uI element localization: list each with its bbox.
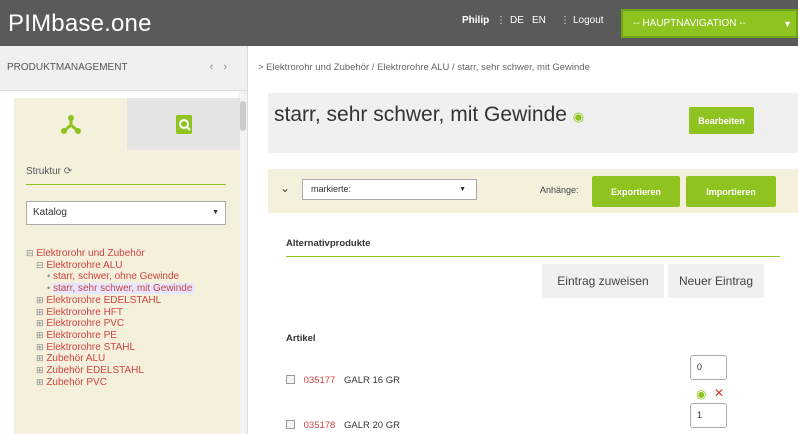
tree-toggle-icon[interactable]: ⊞	[36, 377, 44, 387]
quantity-input[interactable]: 0	[690, 355, 727, 380]
user-name[interactable]: Philip	[462, 15, 489, 26]
eye-icon[interactable]: ◉	[573, 109, 584, 124]
chevron-down-icon[interactable]: ⌄	[280, 181, 290, 195]
attachments-toolbar: ⌄ markierte: ▼ Anhänge: Exportieren Impo…	[268, 169, 798, 213]
lang-en-link[interactable]: EN	[532, 15, 546, 26]
main-content: > Elektrorohr und Zubehör / Elektrorohre…	[250, 46, 798, 434]
tree-item-label: Elektrorohre STAHL	[46, 341, 136, 353]
tree-item[interactable]: ⊞ Elektrorohre EDELSTAHL	[26, 295, 194, 307]
lang-de-link[interactable]: DE	[510, 15, 524, 26]
catalog-select[interactable]: Katalog ▼	[26, 201, 226, 225]
tree-toggle-icon: •	[47, 271, 51, 282]
tree-item-label: Elektrorohre ALU	[46, 259, 123, 271]
tree-item[interactable]: ⊟ Elektrorohre ALU	[26, 260, 194, 272]
tree-toggle-icon[interactable]: ⊞	[36, 330, 44, 340]
caret-down-icon: ▼	[783, 19, 792, 29]
top-bar: PIMbase.one Philip ⋮ DE EN ⋮ Logout -- H…	[0, 0, 798, 46]
scrollbar-thumb[interactable]	[240, 101, 246, 131]
marked-select[interactable]: markierte: ▼	[302, 179, 477, 200]
tree-item[interactable]: ⊞ Zubehör ALU	[26, 353, 194, 365]
tree-item[interactable]: ⊞ Elektrorohre PVC	[26, 318, 194, 330]
assign-entry-button[interactable]: Eintrag zuweisen	[542, 264, 664, 298]
tree-item[interactable]: ⊞ Zubehör PVC	[26, 377, 194, 389]
hierarchy-icon	[61, 115, 81, 134]
quantity-input[interactable]: 1	[690, 403, 727, 428]
sidebar-collapse-arrows[interactable]: ‹›	[210, 61, 237, 73]
new-entry-button[interactable]: Neuer Eintrag	[668, 264, 764, 298]
article-code-link[interactable]: 035177	[304, 375, 336, 386]
category-tree: ⊟ Elektrorohr und Zubehör ⊟ Elektrorohre …	[26, 248, 195, 389]
tree-item-label: starr, sehr schwer, mit Gewinde	[52, 283, 195, 295]
tree-toggle-icon[interactable]: ⊞	[36, 318, 44, 328]
refresh-icon[interactable]: ⟳	[64, 166, 72, 177]
main-navigation-select[interactable]: -- HAUPTNAVIGATION -- ▼	[621, 9, 798, 38]
tree-item-label: Elektrorohre PE	[46, 329, 117, 341]
tab-structure[interactable]	[14, 98, 127, 150]
close-icon[interactable]: ✕	[714, 386, 724, 400]
article-row: 035177 GALR 16 GR	[286, 375, 400, 386]
caret-down-icon: ▼	[459, 186, 466, 193]
tree-item[interactable]: ⊞ Elektrorohre PE	[26, 330, 194, 342]
vertical-dots-icon: ⋮	[560, 15, 570, 26]
nav-select-value: -- HAUPTNAVIGATION --	[633, 18, 746, 29]
article-name: GALR 20 GR	[343, 420, 400, 431]
tree-item-label: starr, schwer, ohne Gewinde	[52, 271, 180, 283]
tree-item-label: Elektrorohre EDELSTAHL	[46, 294, 162, 306]
tree-item[interactable]: ⊞ Elektrorohre STAHL	[26, 342, 194, 354]
sidebar-scrollbar[interactable]	[239, 91, 247, 434]
page-title: starr, sehr schwer, mit Gewinde ◉	[274, 103, 584, 127]
structure-label: Struktur ⟳	[26, 166, 72, 177]
document-search-icon	[176, 115, 192, 134]
tree-item-label: Zubehör EDELSTAHL	[46, 365, 144, 377]
tree-item-label: Zubehör PVC	[46, 376, 107, 388]
page-title-text: starr, sehr schwer, mit Gewinde	[274, 103, 567, 126]
article-code-link[interactable]: 035178	[304, 420, 336, 431]
app-logo[interactable]: PIMbase.one	[8, 10, 152, 38]
catalog-select-value: Katalog	[33, 207, 67, 218]
tree-toggle-icon[interactable]: ⊞	[36, 307, 44, 317]
tree-toggle-icon[interactable]: ⊟	[36, 260, 44, 270]
tree-toggle-icon: •	[47, 283, 51, 294]
alternatives-title: Alternativprodukte	[286, 238, 371, 249]
tree-item-label: Elektrorohre HFT	[46, 306, 124, 318]
tree-toggle-icon[interactable]: ⊞	[36, 365, 44, 375]
eye-icon[interactable]: ◉	[696, 387, 706, 401]
sidebar-panel: Struktur ⟳ Katalog ▼ ⊟ Elektrorohr und Z…	[14, 98, 240, 434]
tree-item[interactable]: ⊞ Elektrorohre HFT	[26, 307, 194, 319]
tree-item-label: Elektrorohre PVC	[46, 318, 125, 330]
tab-search[interactable]	[127, 98, 240, 150]
tree-toggle-icon[interactable]: ⊞	[36, 295, 44, 305]
tree-item-label: Zubehör ALU	[46, 353, 106, 365]
row-checkbox[interactable]	[286, 375, 295, 384]
sidebar-header: PRODUKTMANAGEMENT ‹›	[0, 46, 247, 91]
logout-link[interactable]: Logout	[573, 15, 604, 26]
tree-item[interactable]: • starr, schwer, ohne Gewinde	[26, 271, 194, 283]
vertical-dots-icon: ⋮	[496, 15, 506, 26]
tree-toggle-icon[interactable]: ⊞	[36, 353, 44, 363]
tree-item[interactable]: • starr, sehr schwer, mit Gewinde	[26, 283, 195, 295]
divider	[286, 256, 780, 257]
sidebar-title: PRODUKTMANAGEMENT	[7, 62, 128, 73]
tree-item[interactable]: ⊟ Elektrorohr und Zubehör	[26, 248, 194, 260]
marked-select-value: markierte:	[311, 184, 352, 194]
tree-item[interactable]: ⊞ Zubehör EDELSTAHL	[26, 365, 194, 377]
caret-down-icon: ▼	[212, 209, 219, 216]
edit-button[interactable]: Bearbeiten	[689, 107, 754, 134]
articles-title: Artikel	[286, 333, 316, 344]
article-row: 035178 GALR 20 GR	[286, 420, 400, 431]
structure-label-text: Struktur	[26, 166, 62, 177]
product-header: starr, sehr schwer, mit Gewinde ◉ Bearbe…	[268, 93, 798, 153]
tree-item-label: Elektrorohr und Zubehör	[36, 248, 145, 259]
import-button[interactable]: Importieren	[686, 176, 776, 207]
attachments-label: Anhänge:	[540, 185, 579, 195]
export-button[interactable]: Exportieren	[592, 176, 680, 207]
sidebar: PRODUKTMANAGEMENT ‹› Struktur ⟳ Katalog …	[0, 46, 248, 434]
tree-toggle-icon[interactable]: ⊞	[36, 342, 44, 352]
divider	[26, 184, 226, 185]
breadcrumb[interactable]: > Elektrorohr und Zubehör / Elektrorohre…	[258, 62, 590, 73]
row-checkbox[interactable]	[286, 420, 295, 429]
tree-toggle-icon[interactable]: ⊟	[26, 248, 34, 258]
article-name: GALR 16 GR	[343, 375, 400, 386]
